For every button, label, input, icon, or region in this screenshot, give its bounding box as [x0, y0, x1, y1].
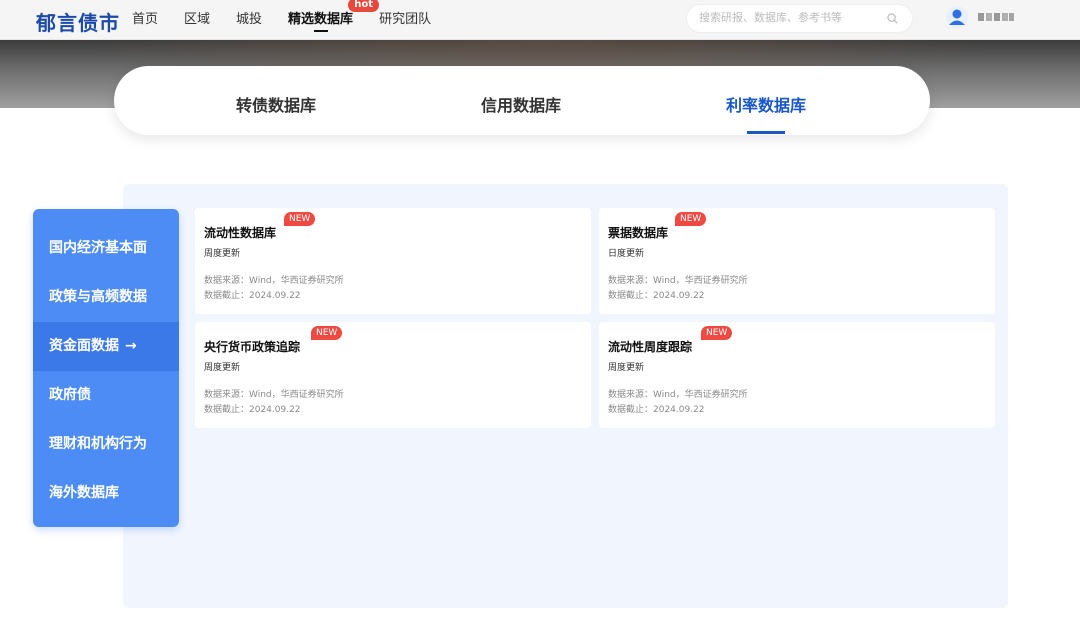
card-title: 票据数据库 [608, 226, 669, 240]
database-card[interactable]: 流动性周度跟踪 NEW 周度更新 数据来源：Wind，华西证券研究所 数据截止：… [599, 322, 995, 428]
nav-item-research-team[interactable]: 研究团队 [379, 0, 431, 40]
active-tab-underline [747, 131, 785, 134]
sidebar-item-policy-high-frequency[interactable]: 政策与高频数据 [33, 273, 179, 322]
sidebar-item-government-bonds[interactable]: 政府债 [33, 371, 179, 420]
card-data-source: 数据来源：Wind，华西证券研究所 [204, 390, 344, 400]
nav-item-label: 研究团队 [379, 12, 432, 27]
search-box[interactable] [686, 4, 913, 33]
sidebar-item-label: 资金面数据 [49, 338, 119, 354]
main-nav: 首页 区域 城投 精选数据库 hot 研究团队 [132, 0, 457, 40]
card-title: 流动性数据库 [204, 226, 277, 240]
sidebar-item-label: 海外数据库 [49, 485, 119, 501]
card-update-frequency: 周度更新 [204, 363, 241, 373]
sidebar-item-label: 政策与高频数据 [49, 289, 147, 305]
nav-item-label: 区域 [184, 12, 211, 27]
card-data-source: 数据来源：Wind，华西证券研究所 [608, 276, 748, 286]
card-data-cutoff: 数据截止：2024.09.22 [204, 291, 301, 301]
search-input[interactable] [699, 11, 879, 24]
nav-item-chengtou[interactable]: 城投 [236, 0, 262, 40]
nav-item-label: 精选数据库 [288, 12, 354, 27]
hot-badge: hot [348, 0, 380, 12]
card-data-source: 数据来源：Wind，华西证券研究所 [204, 276, 344, 286]
tab-convertible-bond-db[interactable]: 转债数据库 [236, 92, 316, 116]
search-icon[interactable] [887, 13, 898, 24]
nav-item-label: 城投 [236, 12, 263, 27]
sidebar-item-domestic-economy[interactable]: 国内经济基本面 [33, 224, 179, 273]
card-update-frequency: 周度更新 [204, 249, 241, 259]
sidebar-item-liquidity-data[interactable]: 资金面数据 → [33, 322, 179, 371]
sidebar-item-overseas-db[interactable]: 海外数据库 [33, 469, 179, 518]
category-sidebar: 国内经济基本面 政策与高频数据 资金面数据 → 政府债 理财和机构行为 海外数据库 [33, 209, 179, 527]
card-data-cutoff: 数据截止：2024.09.22 [608, 405, 705, 415]
new-badge: NEW [311, 326, 343, 340]
card-data-source: 数据来源：Wind，华西证券研究所 [608, 390, 748, 400]
database-tabs: 转债数据库 信用数据库 利率数据库 [114, 66, 930, 135]
sidebar-item-wealth-institutions[interactable]: 理财和机构行为 [33, 420, 179, 469]
new-badge: NEW [284, 212, 316, 226]
arrow-right-icon: → [125, 338, 137, 354]
user-avatar-icon[interactable] [946, 6, 968, 28]
sidebar-item-label: 理财和机构行为 [49, 436, 147, 452]
sidebar-item-label: 国内经济基本面 [49, 240, 147, 256]
tab-interest-rate-db[interactable]: 利率数据库 [726, 92, 806, 116]
card-update-frequency: 日度更新 [608, 249, 645, 259]
nav-item-home[interactable]: 首页 [132, 0, 158, 40]
nav-item-label: 首页 [132, 12, 159, 27]
nav-item-selected-database[interactable]: 精选数据库 hot [288, 0, 380, 40]
card-title: 流动性周度跟踪 [608, 340, 693, 354]
top-nav-bar: 郁言债市 首页 区域 城投 精选数据库 hot 研究团队 [0, 0, 1080, 40]
database-card[interactable]: 央行货币政策追踪 NEW 周度更新 数据来源：Wind，华西证券研究所 数据截止… [195, 322, 591, 428]
card-title: 央行货币政策追踪 [204, 340, 301, 354]
nav-item-region[interactable]: 区域 [184, 0, 210, 40]
sidebar-item-label: 政府债 [49, 387, 91, 403]
tab-credit-db[interactable]: 信用数据库 [481, 92, 561, 116]
database-card[interactable]: 票据数据库 NEW 日度更新 数据来源：Wind，华西证券研究所 数据截止：20… [599, 208, 995, 314]
new-badge: NEW [701, 326, 733, 340]
card-update-frequency: 周度更新 [608, 363, 645, 373]
new-badge: NEW [675, 212, 707, 226]
database-card[interactable]: 流动性数据库 NEW 周度更新 数据来源：Wind，华西证券研究所 数据截止：2… [195, 208, 591, 314]
username-redacted[interactable] [978, 13, 1014, 21]
card-data-cutoff: 数据截止：2024.09.22 [608, 291, 705, 301]
site-logo[interactable]: 郁言债市 [36, 7, 120, 36]
card-data-cutoff: 数据截止：2024.09.22 [204, 405, 301, 415]
